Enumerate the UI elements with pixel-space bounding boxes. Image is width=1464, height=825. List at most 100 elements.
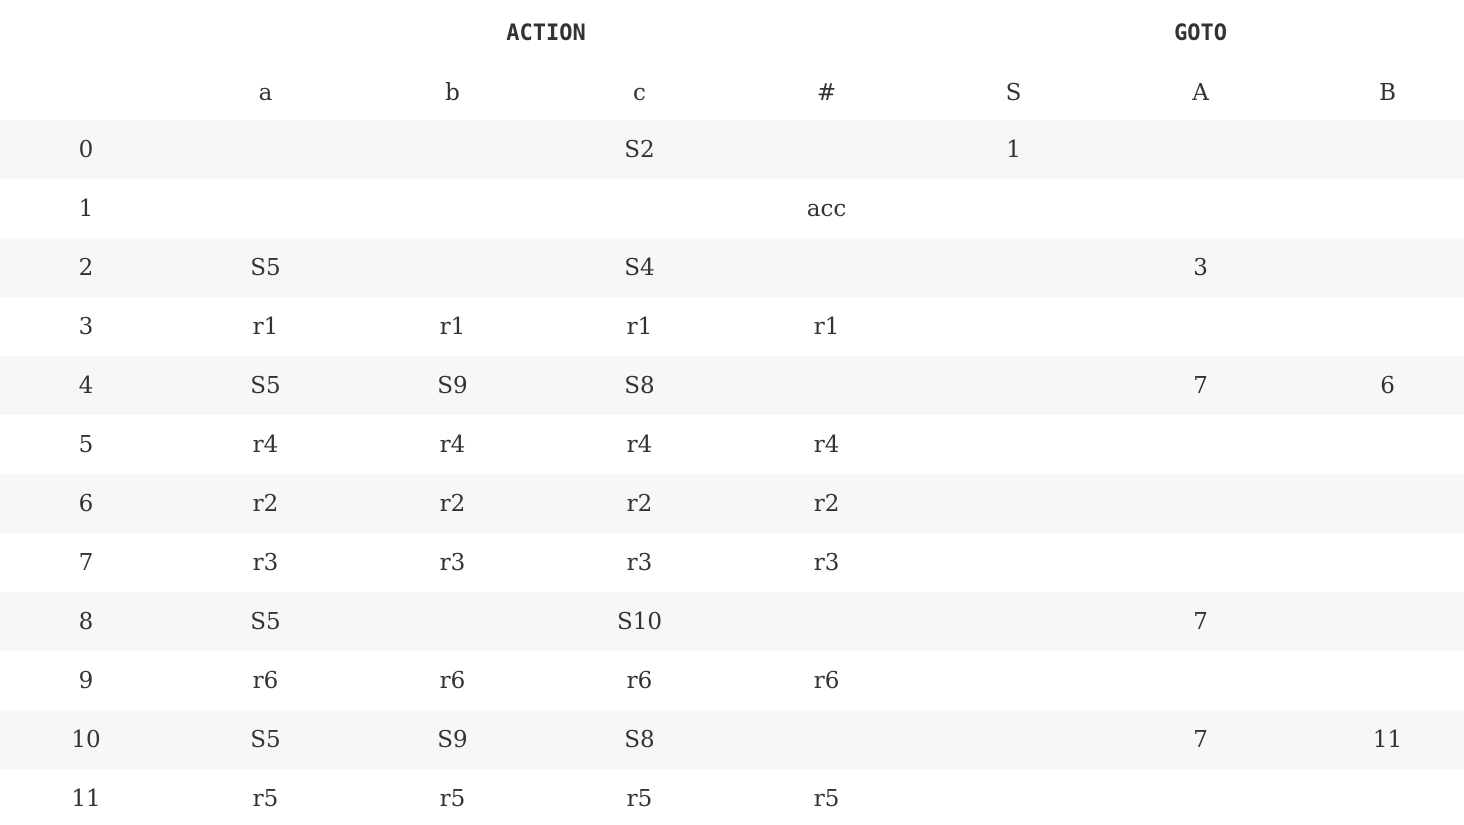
cell-A: 7 xyxy=(1193,726,1208,753)
group-header-row: ACTION GOTO xyxy=(0,0,1464,66)
cell-B xyxy=(1294,120,1464,179)
cell-B xyxy=(1294,297,1464,356)
cell-S xyxy=(920,297,1107,356)
cell-end-marker xyxy=(733,120,920,179)
cell-A: 3 xyxy=(1193,254,1208,281)
column-header-b: b xyxy=(445,80,460,106)
cell-c: S4 xyxy=(624,254,655,281)
cell-b xyxy=(359,238,546,297)
cell-a: r3 xyxy=(252,549,279,576)
table-row: 2 S5 S4 3 xyxy=(0,238,1464,297)
state-column-header xyxy=(0,66,172,120)
cell-c: r3 xyxy=(626,549,653,576)
symbol-header-row: a b c # S A B xyxy=(0,66,1464,120)
cell-A xyxy=(1107,120,1294,179)
cell-S xyxy=(920,592,1107,651)
cell-a: S5 xyxy=(250,726,281,753)
cell-A xyxy=(1107,474,1294,533)
cell-c: S8 xyxy=(624,372,655,399)
column-header-c: c xyxy=(633,80,646,106)
state-cell: 8 xyxy=(78,608,94,635)
cell-b: r2 xyxy=(439,490,466,517)
cell-B: 6 xyxy=(1380,372,1395,399)
cell-b xyxy=(359,120,546,179)
cell-a: r5 xyxy=(252,785,279,812)
parsing-table: ACTION GOTO a b c # S A B 0 S2 1 1 acc 2 S5 S4 3… xyxy=(0,0,1464,825)
cell-B: 11 xyxy=(1372,726,1403,753)
cell-end-marker: acc xyxy=(806,195,847,222)
table-header: ACTION GOTO a b c # S A B xyxy=(0,0,1464,120)
cell-a: r6 xyxy=(252,667,279,694)
cell-end-marker: r3 xyxy=(813,549,840,576)
cell-b: S9 xyxy=(437,726,468,753)
cell-b: r3 xyxy=(439,549,466,576)
table-row: 9 r6 r6 r6 r6 xyxy=(0,651,1464,710)
table-row: 10 S5 S9 S8 7 11 xyxy=(0,710,1464,769)
cell-B xyxy=(1294,592,1464,651)
cell-c: r4 xyxy=(626,431,653,458)
action-group-header: ACTION xyxy=(506,20,586,46)
cell-b: r1 xyxy=(439,313,466,340)
cell-end-marker xyxy=(733,710,920,769)
cell-end-marker: r5 xyxy=(813,785,840,812)
cell-a: r2 xyxy=(252,490,279,517)
column-header-A: A xyxy=(1192,80,1209,106)
cell-c: S10 xyxy=(616,608,663,635)
table-row: 8 S5 S10 7 xyxy=(0,592,1464,651)
cell-A xyxy=(1107,533,1294,592)
cell-A xyxy=(1107,415,1294,474)
table-row: 5 r4 r4 r4 r4 xyxy=(0,415,1464,474)
corner-cell xyxy=(0,0,172,66)
cell-B xyxy=(1294,238,1464,297)
cell-end-marker xyxy=(733,238,920,297)
state-cell: 0 xyxy=(78,136,94,163)
cell-S xyxy=(920,710,1107,769)
cell-B xyxy=(1294,415,1464,474)
cell-B xyxy=(1294,533,1464,592)
cell-a: S5 xyxy=(250,608,281,635)
cell-S xyxy=(920,769,1107,825)
column-header-S: S xyxy=(1005,80,1022,106)
cell-end-marker xyxy=(733,592,920,651)
cell-A xyxy=(1107,769,1294,825)
cell-end-marker: r4 xyxy=(813,431,840,458)
state-cell: 2 xyxy=(78,254,94,281)
table-row: 11 r5 r5 r5 r5 xyxy=(0,769,1464,825)
cell-A xyxy=(1107,297,1294,356)
cell-a xyxy=(172,179,359,238)
cell-c: r6 xyxy=(626,667,653,694)
cell-end-marker: r6 xyxy=(813,667,840,694)
goto-group-header: GOTO xyxy=(1174,20,1228,46)
table-row: 3 r1 r1 r1 r1 xyxy=(0,297,1464,356)
cell-end-marker xyxy=(733,356,920,415)
table-body: 0 S2 1 1 acc 2 S5 S4 3 3 r1 r1 r1 r1 4 S5 S9 S8 7 6 5 r4 r4 r4 r… xyxy=(0,120,1464,825)
cell-c: r2 xyxy=(626,490,653,517)
cell-S xyxy=(920,179,1107,238)
cell-a: S5 xyxy=(250,254,281,281)
cell-b: r4 xyxy=(439,431,466,458)
cell-B xyxy=(1294,651,1464,710)
table-row: 1 acc xyxy=(0,179,1464,238)
column-header-B: B xyxy=(1379,80,1396,106)
cell-c: r5 xyxy=(626,785,653,812)
state-cell: 4 xyxy=(78,372,94,399)
cell-B xyxy=(1294,474,1464,533)
state-cell: 7 xyxy=(78,549,94,576)
cell-S: 1 xyxy=(1006,136,1021,163)
cell-b xyxy=(359,592,546,651)
cell-end-marker: r2 xyxy=(813,490,840,517)
table-row: 6 r2 r2 r2 r2 xyxy=(0,474,1464,533)
cell-a: S5 xyxy=(250,372,281,399)
cell-S xyxy=(920,651,1107,710)
column-header-end-marker: # xyxy=(816,80,837,106)
state-cell: 9 xyxy=(78,667,94,694)
cell-end-marker: r1 xyxy=(813,313,840,340)
cell-c xyxy=(546,179,733,238)
state-cell: 6 xyxy=(78,490,94,517)
cell-A: 7 xyxy=(1193,608,1208,635)
cell-b: r6 xyxy=(439,667,466,694)
cell-c: r1 xyxy=(626,313,653,340)
cell-B xyxy=(1294,769,1464,825)
cell-A xyxy=(1107,651,1294,710)
state-cell: 3 xyxy=(78,313,94,340)
